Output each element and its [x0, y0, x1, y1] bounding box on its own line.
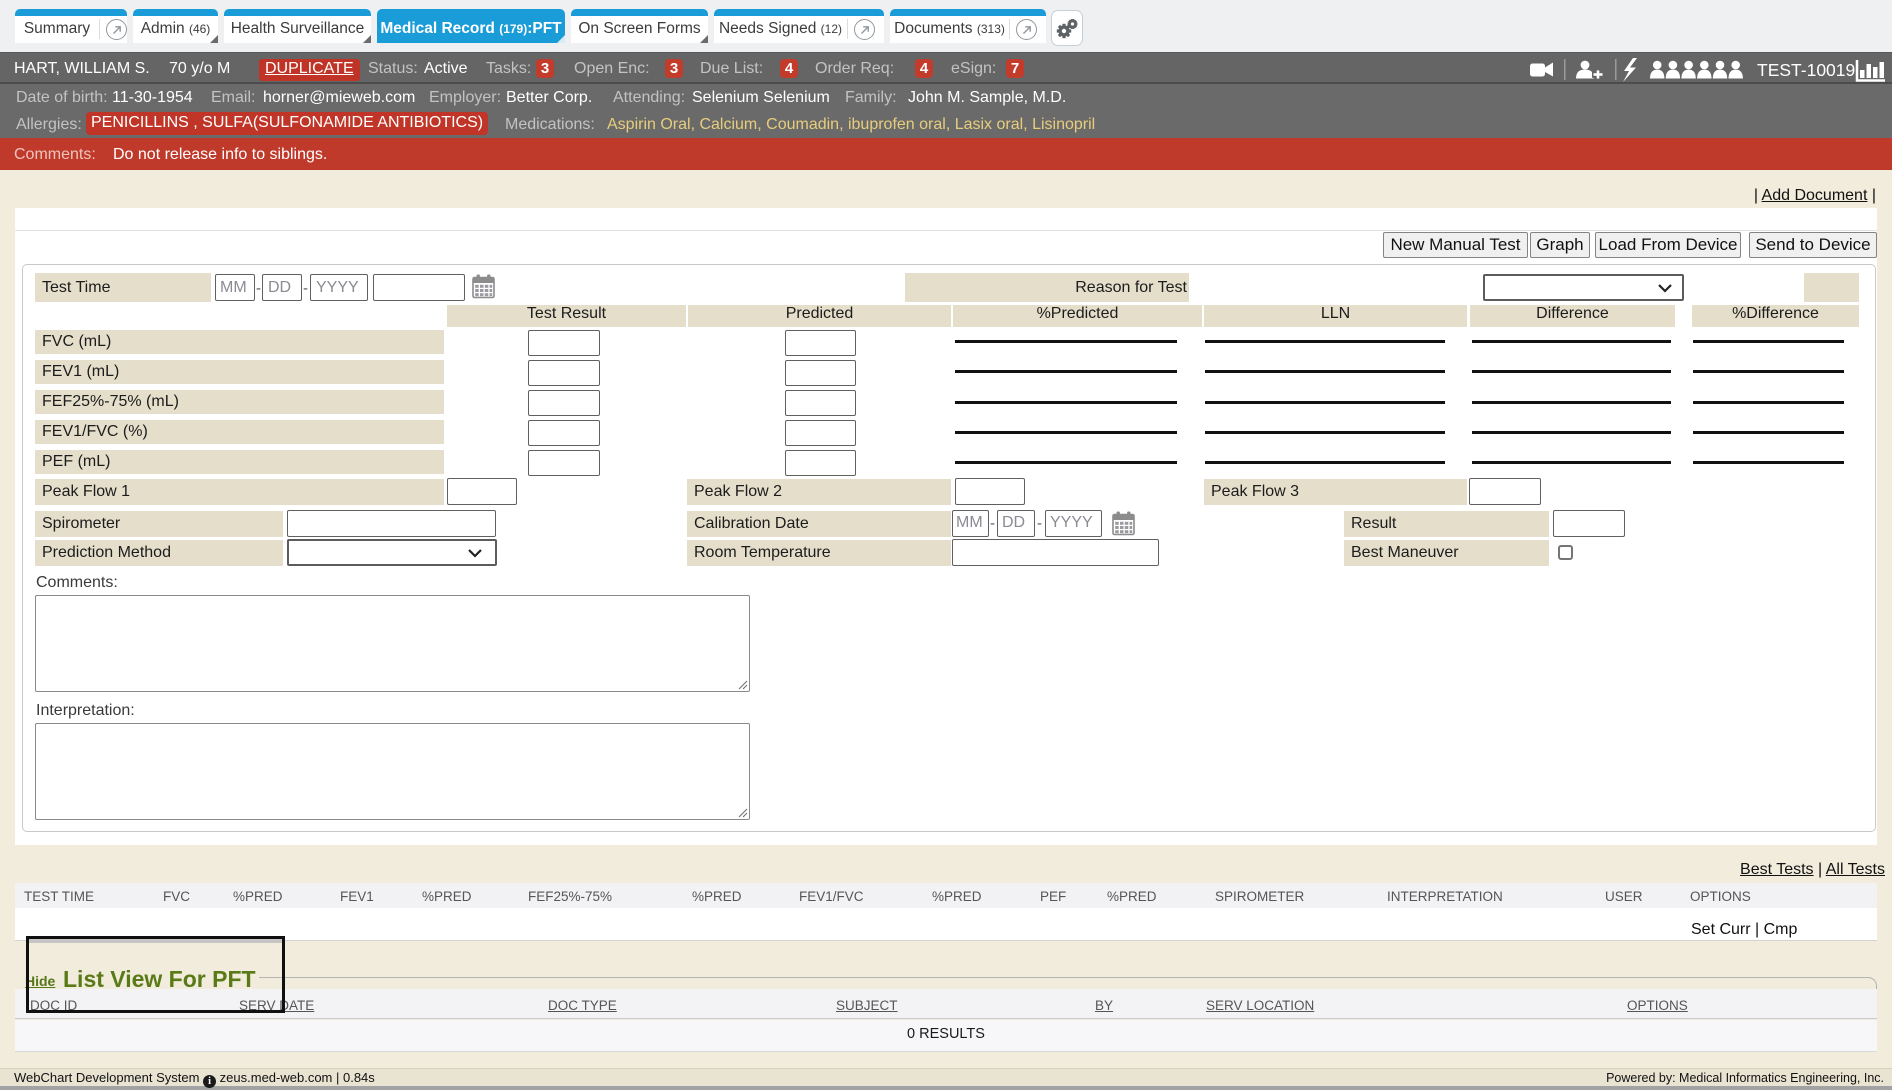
- svg-text:TEST-10019: TEST-10019: [1757, 60, 1855, 80]
